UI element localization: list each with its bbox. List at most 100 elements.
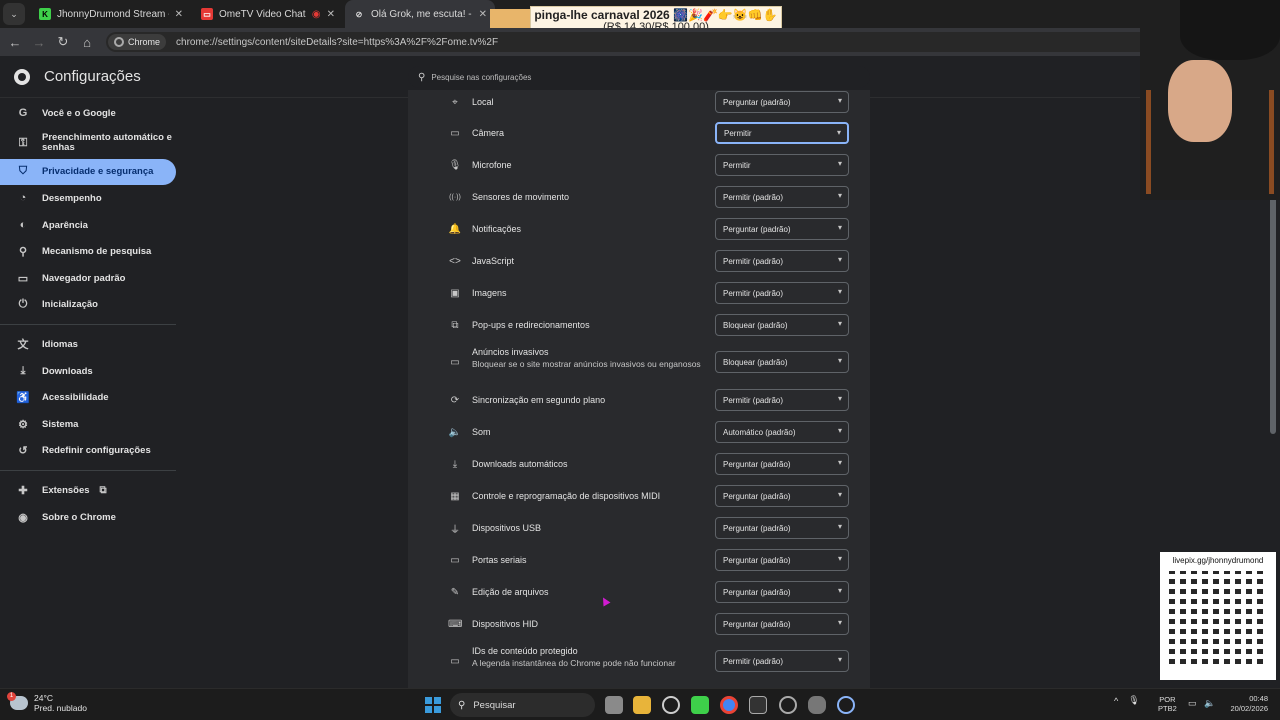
permission-select[interactable]: Bloquear (padrão) xyxy=(715,351,849,373)
tab-ometv[interactable]: ▭ OmeTV Video Chat — Ome ◉ ✕ xyxy=(193,0,343,28)
permission-select[interactable]: Perguntar (padrão) xyxy=(715,549,849,571)
sidebar-item-label: Idiomas xyxy=(42,338,78,350)
sidebar-item-system[interactable]: ⚙ Sistema xyxy=(0,411,180,438)
page-scrollbar[interactable] xyxy=(1270,176,1276,434)
recording-icon: ◉ xyxy=(311,8,321,20)
permission-select[interactable]: Perguntar (padrão) xyxy=(715,613,849,635)
windows-start-icon[interactable] xyxy=(425,697,441,713)
file-explorer-icon[interactable] xyxy=(633,696,651,714)
sidebar-item-you-and-google[interactable]: G Você e o Google xyxy=(0,100,180,127)
sidebar-item-privacy[interactable]: ⛉ Privacidade e segurança xyxy=(0,158,176,186)
site-info-chip[interactable]: Chrome xyxy=(108,34,167,50)
microphone-icon: 🎙 xyxy=(448,159,462,171)
permission-select[interactable]: Permitir (padrão) xyxy=(715,282,849,304)
weather-temp: 24°C xyxy=(34,693,53,703)
google-icon: G xyxy=(18,107,28,120)
close-icon[interactable]: ✕ xyxy=(175,9,183,20)
kick-app-icon[interactable] xyxy=(691,696,709,714)
volume-icon[interactable]: 🔈 xyxy=(1204,698,1215,709)
microphone-icon[interactable]: 🎙 xyxy=(1128,695,1139,706)
sidebar-item-default-browser[interactable]: ▭ Navegador padrão xyxy=(0,265,180,292)
permission-select[interactable]: Permitir (padrão) xyxy=(715,389,849,411)
terminal-icon[interactable] xyxy=(749,696,767,714)
permission-select[interactable]: Permitir (padrão) xyxy=(715,250,849,272)
permission-row-location: ⌖ Local Perguntar (padrão) xyxy=(408,91,870,113)
speedometer-icon: ◔ xyxy=(19,192,27,205)
accessibility-icon: ♿ xyxy=(16,392,30,405)
permission-select[interactable]: Permitir (padrão) xyxy=(715,186,849,208)
ads-icon: ▭ xyxy=(450,356,460,368)
address-bar[interactable]: Chrome chrome://settings/content/siteDet… xyxy=(106,32,1206,52)
permission-select[interactable]: Bloquear (padrão) xyxy=(715,314,849,336)
sidebar-item-performance[interactable]: ◔ Desempenho xyxy=(0,185,180,212)
permission-select[interactable]: Automático (padrão) xyxy=(715,421,849,443)
taskbar-search[interactable]: ⚲ Pesquisar xyxy=(450,693,595,717)
clock[interactable]: 00:48 20/02/2026 xyxy=(1222,694,1268,714)
permission-select[interactable]: Permitir (padrão) xyxy=(715,650,849,672)
forward-icon[interactable]: → xyxy=(27,35,51,50)
sidebar-item-autofill[interactable]: ⚿ Preenchimento automático e senhas xyxy=(0,127,180,159)
permission-label: Microfone xyxy=(472,160,512,170)
url-text[interactable]: chrome://settings/content/siteDetails?si… xyxy=(176,37,498,48)
permission-label: Sensores de movimento xyxy=(472,192,570,202)
permission-select[interactable]: Perguntar (padrão) xyxy=(715,485,849,507)
sidebar-item-startup[interactable]: ⏻ Inicialização xyxy=(0,292,180,319)
permission-row-hid: ⌨ Dispositivos HID Perguntar (padrão) xyxy=(408,613,870,635)
sidebar-item-languages[interactable]: 文 Idiomas xyxy=(0,331,180,358)
permission-row-background-sync: ⟳ Sincronização em segundo plano Permitir … xyxy=(408,389,870,411)
chrome-taskbar-icon[interactable] xyxy=(720,696,738,714)
sidebar-item-label: Inicialização xyxy=(42,299,98,311)
permission-select[interactable]: Perguntar (padrão) xyxy=(715,91,849,113)
clock-date: 20/02/2026 xyxy=(1230,704,1268,713)
reload-icon[interactable]: ↻ xyxy=(51,34,75,50)
sidebar-item-reset[interactable]: ↺ Redefinir configurações xyxy=(0,438,180,465)
permission-row-microphone: 🎙 Microfone Permitir xyxy=(408,154,870,176)
permission-label: Dispositivos USB xyxy=(472,523,542,533)
input-language[interactable]: POR PTB2 xyxy=(1158,695,1177,713)
permission-row-javascript: <> JavaScript Permitir (padrão) xyxy=(408,250,870,272)
chrome-icon: ◉ xyxy=(18,511,28,524)
sidebar-item-extensions[interactable]: ✚ Extensões ⧉ xyxy=(0,477,180,504)
settings-app-icon[interactable] xyxy=(837,696,855,714)
settings-search-input[interactable]: ⚲ Pesquise nas configurações xyxy=(408,66,870,88)
app-icon[interactable] xyxy=(808,696,826,714)
permission-select[interactable]: Perguntar (padrão) xyxy=(715,581,849,603)
permission-select[interactable]: Perguntar (padrão) xyxy=(715,453,849,475)
sidebar-item-label: Redefinir configurações xyxy=(42,445,151,457)
permission-select[interactable]: Perguntar (padrão) xyxy=(715,517,849,539)
piano-icon: ▦ xyxy=(450,490,460,502)
usb-icon: ⏚ xyxy=(450,524,460,536)
windows-taskbar: 24°CPred. nublado ⚲ Pesquisar ^ 🎙 PORPTB… xyxy=(0,688,1280,720)
tab-jhonnydrumond[interactable]: K JhonnyDrumond Stream - Watc ✕ xyxy=(31,0,191,28)
webcam-hair xyxy=(1180,0,1280,60)
home-icon[interactable]: ⌂ xyxy=(75,35,99,50)
sidebar-item-downloads[interactable]: ⤓ Downloads xyxy=(0,358,180,385)
lang-line2: PTB2 xyxy=(1158,704,1177,713)
permission-label: Som xyxy=(472,427,491,437)
back-icon[interactable]: ← xyxy=(3,35,27,50)
close-icon[interactable]: ✕ xyxy=(327,9,335,20)
tab-search-button[interactable]: ⌄ xyxy=(3,3,25,25)
chevron-up-icon[interactable]: ^ xyxy=(1114,696,1118,706)
task-view-icon[interactable] xyxy=(605,696,623,714)
tab-grok[interactable]: ⊘ Olá Grok, me escuta! - Grok ✕ xyxy=(345,0,495,28)
permission-select[interactable]: Perguntar (padrão) xyxy=(715,218,849,240)
sidebar-item-appearance[interactable]: ◐ Aparência xyxy=(0,212,180,239)
obs-icon[interactable] xyxy=(662,696,680,714)
sidebar-item-about-chrome[interactable]: ◉ Sobre o Chrome xyxy=(0,504,180,531)
chrome-logo-icon xyxy=(14,68,30,85)
network-icon[interactable]: ▭ xyxy=(1188,698,1197,709)
permission-select[interactable]: Permitir xyxy=(715,154,849,176)
image-icon: ▣ xyxy=(450,287,460,299)
permission-select[interactable]: Permitir xyxy=(715,122,849,144)
settings-gear-icon[interactable] xyxy=(779,696,797,714)
sidebar-item-accessibility[interactable]: ♿ Acessibilidade xyxy=(0,384,180,411)
sidebar-divider xyxy=(0,470,176,472)
sidebar-item-search-engine[interactable]: ⚲ Mecanismo de pesquisa xyxy=(0,238,180,265)
tab-title: Olá Grok, me escuta! - Grok xyxy=(371,8,473,20)
cloud-icon xyxy=(7,692,28,710)
sidebar-item-label: Desempenho xyxy=(42,192,102,204)
page-title: Configurações xyxy=(44,68,141,85)
weather-widget[interactable]: 24°CPred. nublado xyxy=(7,692,87,713)
close-icon[interactable]: ✕ xyxy=(479,9,487,20)
